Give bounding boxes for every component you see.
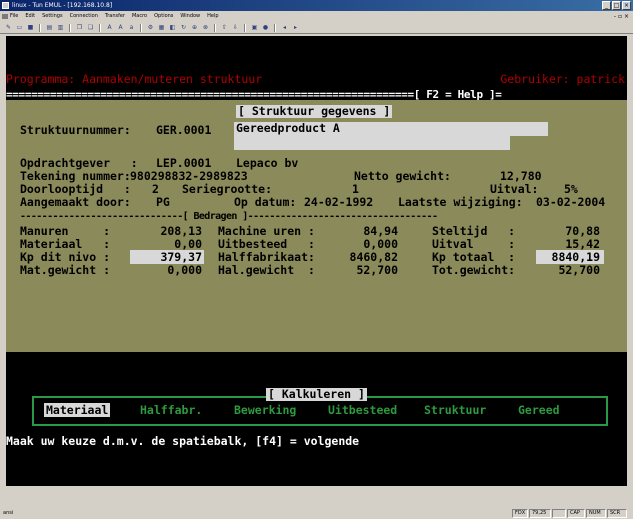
- status-blank: [552, 509, 566, 518]
- aangemaakt-value: PG: [156, 195, 170, 209]
- app-system-icon[interactable]: [2, 2, 9, 9]
- status-caps: CAP: [567, 509, 585, 518]
- panel-title: [ Struktuur gegevens ]: [236, 104, 393, 118]
- document-icon[interactable]: [2, 14, 8, 19]
- menu-settings[interactable]: Settings: [42, 11, 63, 22]
- terminal-screen[interactable]: Programma: Aanmaken/muteren struktuur Ge…: [6, 36, 627, 486]
- menu-item-uitbesteed[interactable]: Uitbesteed: [328, 403, 397, 417]
- status-cursor-pos: 79,25: [529, 509, 551, 518]
- mat-gewicht-value: 0,000: [167, 263, 202, 277]
- bigger-font-icon[interactable]: A: [116, 24, 125, 32]
- datum-value: 24-02-1992: [304, 195, 374, 209]
- print-icon[interactable]: ▤: [45, 24, 54, 32]
- tot-gewicht-label: Tot.gewicht:: [432, 263, 516, 277]
- menu-options[interactable]: Options: [154, 11, 173, 22]
- menu-file[interactable]: File: [10, 11, 18, 22]
- wijziging-value: 03-02-2004: [536, 195, 606, 209]
- next-icon[interactable]: ▸: [291, 24, 300, 32]
- save-icon[interactable]: ■: [26, 24, 35, 32]
- macro-icon[interactable]: ◧: [168, 24, 177, 32]
- mat-gewicht-label: Mat.gewicht :: [20, 263, 111, 277]
- smaller-font-icon[interactable]: a: [127, 24, 136, 32]
- tot-gewicht-value: 52,700: [558, 263, 600, 277]
- description-value[interactable]: Gereedproduct A: [236, 122, 340, 135]
- menu-edit[interactable]: Edit: [25, 11, 35, 22]
- new-icon[interactable]: ✎: [4, 24, 13, 32]
- bedragen-separator: ------------------------------[ Bedragen…: [20, 211, 438, 222]
- user-label: Gebruiker: patrick: [500, 72, 625, 86]
- wijziging-label: Laatste wijziging:: [398, 195, 523, 209]
- window-title: linux - Tun EMUL - [192.168.10.8]: [12, 2, 113, 9]
- record-icon[interactable]: ●: [261, 24, 270, 32]
- toolbar-separator: [39, 23, 41, 32]
- font-icon[interactable]: A: [105, 24, 114, 32]
- toolbar-separator: [214, 23, 216, 32]
- prompt-line: Maak uw keuze d.m.v. de spatiebalk, [f4]…: [6, 434, 360, 448]
- title-bar: linux - Tun EMUL - [192.168.10.8] _ □ ×: [0, 0, 633, 11]
- menu-macro[interactable]: Macro: [132, 11, 147, 22]
- paste-icon[interactable]: ❏: [86, 24, 95, 32]
- screen-icon[interactable]: ▣: [250, 24, 259, 32]
- status-fdx: FDX: [512, 509, 528, 518]
- minimize-button[interactable]: _: [602, 1, 611, 10]
- menu-item-materiaal[interactable]: Materiaal: [44, 403, 111, 417]
- toolbar: ✎ ▭ ■ ▤ ▥ ❐ ❏ A A a ⚙ ▦ ◧ ↻ ⊕ ⊗ ⇧ ⇩ ▣ ● …: [0, 22, 633, 34]
- refresh-icon[interactable]: ↻: [179, 24, 188, 32]
- print-preview-icon[interactable]: ▥: [56, 24, 65, 32]
- prev-icon[interactable]: ◂: [280, 24, 289, 32]
- toolbar-separator: [140, 23, 142, 32]
- menu-bar: File Edit Settings Connection Transfer M…: [0, 11, 633, 22]
- menu-transfer[interactable]: Transfer: [105, 11, 125, 22]
- menu-item-struktuur[interactable]: Struktuur: [424, 403, 486, 417]
- receive-icon[interactable]: ⇩: [231, 24, 240, 32]
- maximize-button[interactable]: □: [612, 1, 621, 10]
- toolbar-separator: [274, 23, 276, 32]
- hal-gewicht-value: 52,700: [356, 263, 398, 277]
- netto-label: Netto gewicht:: [354, 169, 451, 183]
- description-field-2[interactable]: [234, 136, 510, 150]
- toolbar-separator: [244, 23, 246, 32]
- settings-icon[interactable]: ⚙: [146, 24, 155, 32]
- copy-icon[interactable]: ❐: [75, 24, 84, 32]
- status-scroll: SCR: [607, 509, 627, 518]
- keyboard-icon[interactable]: ▦: [157, 24, 166, 32]
- struktuur-panel: [ Struktuur gegevens ] Struktuurnummer: …: [6, 100, 627, 352]
- aangemaakt-label: Aangemaakt door:: [20, 195, 131, 209]
- datum-label: Op datum:: [234, 195, 297, 209]
- struktuur-value[interactable]: GER.0001: [156, 124, 211, 137]
- mdi-controls[interactable]: - ▫ ×: [614, 11, 629, 22]
- menu-item-gereed[interactable]: Gereed: [518, 403, 560, 417]
- toolbar-separator: [99, 23, 101, 32]
- menu-help[interactable]: Help: [207, 11, 218, 22]
- hal-gewicht-label: Hal.gewicht :: [218, 263, 315, 277]
- status-mode: ansi: [3, 510, 14, 516]
- menu-connection[interactable]: Connection: [70, 11, 98, 22]
- status-bar: ansi FDX 79,25 CAP NUM SCR: [0, 508, 633, 519]
- transfer-icon[interactable]: ⇧: [220, 24, 229, 32]
- program-title: Programma: Aanmaken/muteren struktuur: [6, 72, 263, 86]
- kalkuleren-title: [ Kalkuleren ]: [266, 387, 367, 401]
- open-icon[interactable]: ▭: [15, 24, 24, 32]
- menu-item-bewerking[interactable]: Bewerking: [234, 403, 296, 417]
- close-button[interactable]: ×: [622, 1, 631, 10]
- struktuur-label: Struktuurnummer:: [20, 123, 131, 137]
- menu-window[interactable]: Window: [180, 11, 200, 22]
- disconnect-icon[interactable]: ⊗: [201, 24, 210, 32]
- status-num: NUM: [586, 509, 606, 518]
- toolbar-separator: [69, 23, 71, 32]
- menu-item-halffabr[interactable]: Halffabr.: [140, 403, 202, 417]
- connect-icon[interactable]: ⊕: [190, 24, 199, 32]
